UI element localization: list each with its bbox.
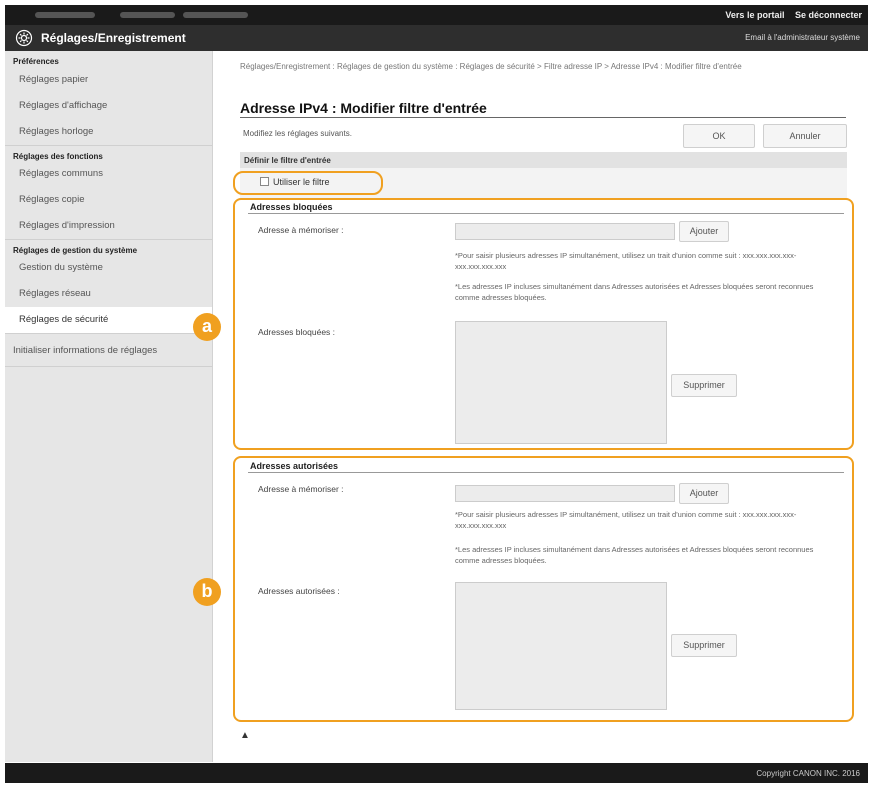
sidebar-section-preferences: Préférences bbox=[13, 57, 59, 66]
blocked-note-range: *Pour saisir plusieurs adresses IP simul… bbox=[455, 251, 797, 271]
filter-section-header: Définir le filtre d'entrée bbox=[240, 152, 847, 168]
sidebar-item-clock[interactable]: Réglages horloge bbox=[5, 119, 212, 145]
blocked-address-label: Adresse à mémoriser : bbox=[258, 225, 344, 235]
blurred-text bbox=[183, 12, 248, 18]
blocked-list-label: Adresses bloquées : bbox=[258, 327, 336, 337]
allowed-note-priority: *Les adresses IP incluses simultanément … bbox=[455, 545, 814, 565]
allowed-address-input[interactable] bbox=[455, 485, 675, 502]
sidebar: Préférences Réglages papier Réglages d'a… bbox=[5, 51, 213, 762]
allowed-list-label: Adresses autorisées : bbox=[258, 586, 340, 596]
blocked-section-title: Adresses bloquées bbox=[250, 202, 333, 212]
portal-link[interactable]: Vers le portail bbox=[725, 10, 784, 20]
copyright-text: Copyright CANON INC. 2016 bbox=[756, 769, 860, 778]
blocked-address-list[interactable] bbox=[455, 321, 667, 444]
allowed-section-divider bbox=[248, 472, 844, 473]
app-title: Réglages/Enregistrement bbox=[41, 31, 186, 45]
top-links: Vers le portail Se déconnecter bbox=[717, 10, 862, 20]
callout-a-badge: a bbox=[193, 313, 221, 341]
scroll-top-icon[interactable]: ▲ bbox=[240, 730, 250, 741]
app-header: Réglages/Enregistrement Email à l'admini… bbox=[5, 25, 868, 51]
blurred-text bbox=[120, 12, 175, 18]
blocked-note-priority: *Les adresses IP incluses simultanément … bbox=[455, 282, 814, 302]
ok-button[interactable]: OK bbox=[683, 124, 755, 148]
sidebar-item-security[interactable]: Réglages de sécurité bbox=[5, 307, 212, 333]
top-bar: Vers le portail Se déconnecter bbox=[5, 5, 868, 25]
allowed-address-list[interactable] bbox=[455, 582, 667, 710]
sidebar-item-copy[interactable]: Réglages copie bbox=[5, 187, 212, 213]
sidebar-item-common[interactable]: Réglages communs bbox=[5, 161, 212, 187]
blocked-address-input[interactable] bbox=[455, 223, 675, 240]
callout-b-badge: b bbox=[193, 578, 221, 606]
sidebar-item-print[interactable]: Réglages d'impression bbox=[5, 213, 212, 239]
allowed-add-button[interactable]: Ajouter bbox=[679, 483, 729, 504]
sidebar-item-display[interactable]: Réglages d'affichage bbox=[5, 93, 212, 119]
sidebar-item-paper[interactable]: Réglages papier bbox=[5, 67, 212, 93]
allowed-note-range: *Pour saisir plusieurs adresses IP simul… bbox=[455, 510, 797, 530]
sidebar-section-functions: Réglages des fonctions bbox=[5, 145, 212, 161]
sidebar-item-system-management[interactable]: Gestion du système bbox=[5, 255, 212, 281]
logout-link[interactable]: Se déconnecter bbox=[795, 10, 862, 20]
allowed-delete-button[interactable]: Supprimer bbox=[671, 634, 737, 657]
allowed-address-label: Adresse à mémoriser : bbox=[258, 484, 344, 494]
page-title: Adresse IPv4 : Modifier filtre d'entrée bbox=[240, 100, 487, 116]
cancel-button[interactable]: Annuler bbox=[763, 124, 847, 148]
blurred-text bbox=[35, 12, 95, 18]
sidebar-section-system: Réglages de gestion du système bbox=[5, 239, 212, 255]
footer: Copyright CANON INC. 2016 bbox=[5, 763, 868, 783]
gear-icon bbox=[15, 29, 33, 47]
instruction-text: Modifiez les réglages suivants. bbox=[243, 129, 352, 138]
blocked-section-divider bbox=[248, 213, 844, 214]
sidebar-item-network[interactable]: Réglages réseau bbox=[5, 281, 212, 307]
title-divider bbox=[240, 117, 846, 118]
email-admin-link[interactable]: Email à l'administrateur système bbox=[745, 33, 860, 42]
blocked-add-button[interactable]: Ajouter bbox=[679, 221, 729, 242]
breadcrumb: Réglages/Enregistrement : Réglages de ge… bbox=[240, 62, 742, 71]
sidebar-item-initialize[interactable]: Initialiser informations de réglages bbox=[5, 333, 212, 366]
use-filter-highlight bbox=[233, 171, 383, 195]
blocked-delete-button[interactable]: Supprimer bbox=[671, 374, 737, 397]
allowed-section-title: Adresses autorisées bbox=[250, 461, 339, 471]
